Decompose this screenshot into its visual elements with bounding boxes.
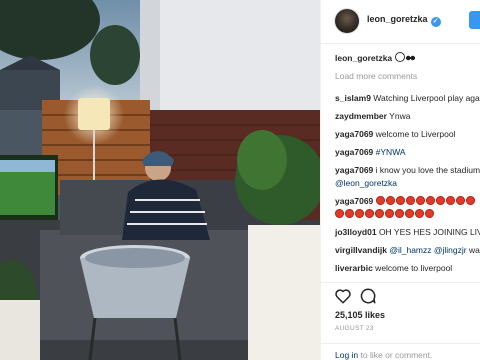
comment-user[interactable]: yaga7069 <box>335 129 373 139</box>
red-circle-emoji <box>395 209 404 218</box>
post-sidebar: leon_goretzka ✓ leon_goretzka Load more c… <box>320 0 480 360</box>
comment: yaga7069 i know you love the stadium @leo… <box>335 164 480 190</box>
login-link[interactable]: Log in <box>335 350 358 360</box>
red-circle-emoji <box>355 209 364 218</box>
login-prompt-text: to like or comment. <box>358 350 433 360</box>
comment-text: Ynwa <box>386 111 411 121</box>
red-circle-emoji <box>385 209 394 218</box>
comment-text: welcome to liverpool <box>372 263 453 273</box>
comment: virgillvandijk @il_hamzz @jlingzjr wat l… <box>335 244 480 257</box>
comment-text: Watching Liverpool play agai hoffenheim <box>373 93 480 103</box>
red-circle-emoji <box>375 209 384 218</box>
red-circle-emoji <box>465 196 475 205</box>
load-more-comments[interactable]: Load more comments <box>335 70 480 83</box>
heart-icon[interactable] <box>334 287 352 305</box>
comment: jo3lloyd01 OH YES HES JOINING LIVERPOOL … <box>335 226 480 239</box>
red-circle-emoji <box>415 196 425 205</box>
comment-text: wat lfc hoffenheim <box>468 245 480 255</box>
comment: s_islam9 Watching Liverpool play agai ho… <box>335 92 480 105</box>
post-header: leon_goretzka ✓ <box>321 0 480 44</box>
mention-link[interactable]: @jlingzjr <box>434 245 467 255</box>
red-circle-emoji <box>425 196 435 205</box>
header-username-row: leon_goretzka ✓ <box>367 14 441 27</box>
header-username[interactable]: leon_goretzka <box>367 14 428 24</box>
red-circle-emoji <box>435 196 445 205</box>
comment: yaga7069 welcome to Liverpool <box>335 128 480 141</box>
red-circle-emoji <box>385 196 395 205</box>
post-actions: 25,105 likes AUGUST 23 Log in to like or… <box>321 282 480 360</box>
comment-user[interactable]: jo3lloyd01 <box>335 227 377 237</box>
comment: yaga7069 <box>335 195 480 221</box>
comment-text: OH YES HES JOINING LIVERPOOL MY HERO <box>378 227 480 237</box>
post-photo <box>0 0 320 360</box>
comment-text: i know you love the stadium <box>373 165 480 175</box>
comment-user[interactable]: virgillvandijk <box>335 245 387 255</box>
comment-text: welcome to Liverpool <box>373 129 456 139</box>
eyes-emoji <box>406 54 416 62</box>
comment-icon[interactable] <box>359 287 377 305</box>
follow-button[interactable] <box>469 11 480 29</box>
comment-user[interactable]: yaga7069 <box>335 147 373 157</box>
comment: liverarbic welcome to liverpool <box>335 262 480 275</box>
caption: leon_goretzka <box>335 52 480 65</box>
comment-user[interactable]: yaga7069 <box>335 165 373 175</box>
red-circle-emoji <box>455 196 465 205</box>
comment: yaga7069 #YNWA <box>335 146 480 159</box>
comment-user[interactable]: s_islam9 <box>335 93 371 103</box>
login-prompt: Log in to like or comment. <box>321 343 480 360</box>
red-circle-emoji <box>335 209 344 218</box>
mention-link[interactable]: @leon_goretzka <box>335 178 397 188</box>
comment-user[interactable]: yaga7069 <box>335 196 373 206</box>
verified-icon: ✓ <box>430 17 441 27</box>
comment: zaydmember Ynwa <box>335 110 480 123</box>
hashtag-link[interactable]: #YNWA <box>373 147 406 157</box>
comments-list: leon_goretzka Load more comments s_islam… <box>335 52 480 280</box>
avatar[interactable] <box>335 9 359 33</box>
post-date: AUGUST 23 <box>335 325 374 332</box>
red-circle-emoji <box>345 209 354 218</box>
red-circle-emoji <box>405 196 415 205</box>
post-photo-scene <box>0 0 320 360</box>
like-count[interactable]: 25,105 likes <box>335 310 385 320</box>
red-circle-emoji <box>365 209 374 218</box>
red-circle-emoji <box>395 196 405 205</box>
red-circle-emoji <box>445 196 455 205</box>
comment-user[interactable]: zaydmember <box>335 111 387 121</box>
mention-link[interactable]: @il_hamzz <box>389 245 431 255</box>
red-circle-emoji <box>415 209 424 218</box>
red-circle-emoji <box>405 209 414 218</box>
red-circle-emoji <box>375 196 385 205</box>
caption-username[interactable]: leon_goretzka <box>335 53 392 63</box>
red-circle-emoji <box>425 209 434 218</box>
soccer-ball-emoji <box>395 52 406 62</box>
comment-user[interactable]: liverarbic <box>335 263 373 273</box>
